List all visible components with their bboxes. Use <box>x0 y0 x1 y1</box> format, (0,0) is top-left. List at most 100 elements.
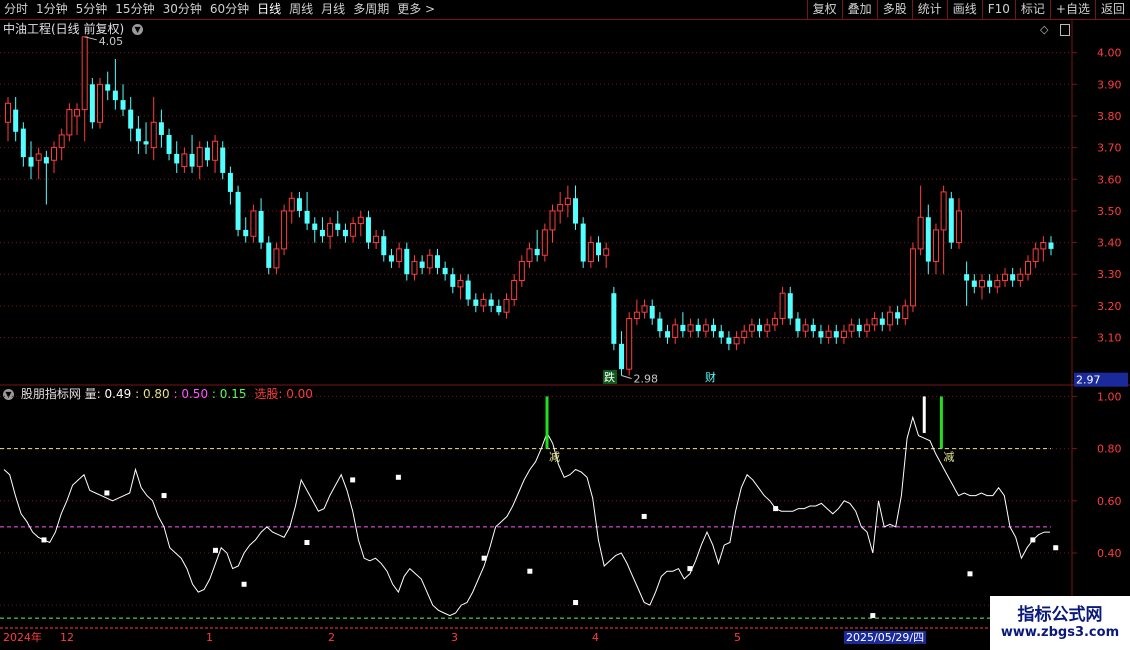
price-axis: 4.00 3.90 3.80 3.70 3.60 3.50 3.40 3.30 3.20 3.10… <box>1072 47 1128 387</box>
candle-body <box>388 255 394 262</box>
candle-body <box>327 223 334 237</box>
candle-body <box>304 210 310 224</box>
candle-body <box>365 217 371 243</box>
candle-body <box>296 198 302 211</box>
back-button[interactable]: 返回 <box>1094 0 1130 19</box>
candle-body <box>373 235 380 244</box>
multi-stock-button[interactable]: 多股 <box>876 0 912 19</box>
draw-line-button[interactable]: 画线 <box>946 0 982 19</box>
candle-body <box>925 217 931 262</box>
indicator-tick-label: 1.00 <box>1097 390 1122 403</box>
indicator-marker <box>870 613 876 619</box>
candle-body <box>680 324 686 332</box>
candlestick-series <box>5 36 1054 376</box>
candle-body <box>35 153 42 161</box>
tab-multi-period[interactable]: 多周期 <box>349 0 393 19</box>
indicator-marker <box>1030 537 1036 543</box>
candle-body <box>733 337 740 345</box>
candle-body <box>105 84 111 91</box>
tag-cai: 财 <box>705 370 716 384</box>
watermark-url: www.zbgs3.com <box>1000 625 1120 640</box>
candle-body <box>833 331 839 338</box>
candle-body <box>603 248 610 256</box>
tab-1min[interactable]: 1分钟 <box>32 0 72 19</box>
indicator-marker <box>527 568 533 574</box>
candle-body <box>741 330 748 339</box>
signal-bar <box>922 396 926 433</box>
candle-body <box>978 280 985 288</box>
candle-body <box>450 274 456 287</box>
statistics-button[interactable]: 统计 <box>911 0 947 19</box>
price-tick-label: 3.70 <box>1097 142 1122 155</box>
candle-body <box>20 128 26 158</box>
tab-15min[interactable]: 15分钟 <box>111 0 158 19</box>
high-label: 4.05 <box>99 35 124 48</box>
month-label: 1 <box>206 631 213 644</box>
period-tabs: 分时 1分钟 5分钟 15分钟 30分钟 60分钟 日线 周线 月线 多周期 更… <box>0 0 439 19</box>
candle-body <box>112 90 118 101</box>
toolbar-right: 复权 叠加 多股 统计 画线 F10 标记 +自选 返回 <box>806 0 1130 19</box>
candle-body <box>419 261 425 268</box>
tab-30min[interactable]: 30分钟 <box>159 0 206 19</box>
candle-body <box>174 153 180 164</box>
candle-body <box>488 299 494 306</box>
indicator-marker <box>641 513 647 519</box>
chart-area[interactable]: 4.00 3.90 3.80 3.70 3.60 3.50 3.40 3.30 3.20 3.10… <box>0 19 1130 650</box>
candle-body <box>726 337 732 344</box>
indicator-marker <box>773 506 779 512</box>
indicator-series: 减减 <box>3 396 1059 619</box>
indicator-grid <box>0 395 1072 619</box>
candle-body <box>802 324 809 332</box>
indicator-marker <box>104 490 110 496</box>
candle-body <box>902 305 909 320</box>
indicator-marker <box>350 477 356 483</box>
tab-more[interactable]: 更多 > <box>393 0 439 19</box>
candle-body <box>779 292 786 320</box>
watermark-title: 指标公式网 <box>1017 605 1103 625</box>
f10-button[interactable]: F10 <box>981 0 1015 19</box>
candle-body <box>587 242 594 263</box>
candle-body <box>534 248 540 256</box>
fuquan-button[interactable]: 复权 <box>806 0 842 19</box>
month-label: 2 <box>328 631 335 644</box>
candle-body <box>1017 273 1024 282</box>
candle-body <box>204 147 210 161</box>
tab-monthly[interactable]: 月线 <box>317 0 349 19</box>
watermark: 指标公式网 www.zbgs3.com <box>990 596 1130 650</box>
candle-body <box>748 324 755 332</box>
mark-button[interactable]: 标记 <box>1014 0 1050 19</box>
tab-5min[interactable]: 5分钟 <box>72 0 112 19</box>
candle-body <box>580 223 586 262</box>
candle-body <box>158 122 164 135</box>
tab-fenshi[interactable]: 分时 <box>0 0 32 19</box>
candle-body <box>518 261 525 282</box>
low-pointer <box>621 375 632 379</box>
candle-body <box>89 84 95 123</box>
candle-body <box>940 191 947 231</box>
tab-weekly[interactable]: 周线 <box>285 0 317 19</box>
tab-daily[interactable]: 日线 <box>253 0 285 19</box>
tag-die: 跌 <box>604 370 615 384</box>
candle-body <box>633 311 640 320</box>
candle-body <box>886 311 893 326</box>
candle-body <box>227 172 233 192</box>
candle-body <box>840 330 847 339</box>
candle-body <box>51 147 58 161</box>
tab-60min[interactable]: 60分钟 <box>206 0 253 19</box>
candle-body <box>932 229 939 263</box>
indicator-marker <box>573 600 579 606</box>
price-tick-label: 4.00 <box>1097 47 1122 60</box>
candle-body <box>250 210 257 237</box>
candle-body <box>526 248 533 263</box>
candle-body <box>357 216 364 225</box>
overlay-button[interactable]: 叠加 <box>841 0 877 19</box>
year-label: 2024年 <box>3 631 42 644</box>
candle-body <box>511 280 518 301</box>
candle-body <box>97 83 104 123</box>
add-watchlist-button[interactable]: +自选 <box>1049 0 1095 19</box>
candle-body <box>135 128 141 142</box>
candle-body <box>795 318 801 332</box>
indicator-marker <box>395 474 401 480</box>
price-tick-label: 3.60 <box>1097 173 1122 186</box>
indicator-marker <box>481 555 487 561</box>
